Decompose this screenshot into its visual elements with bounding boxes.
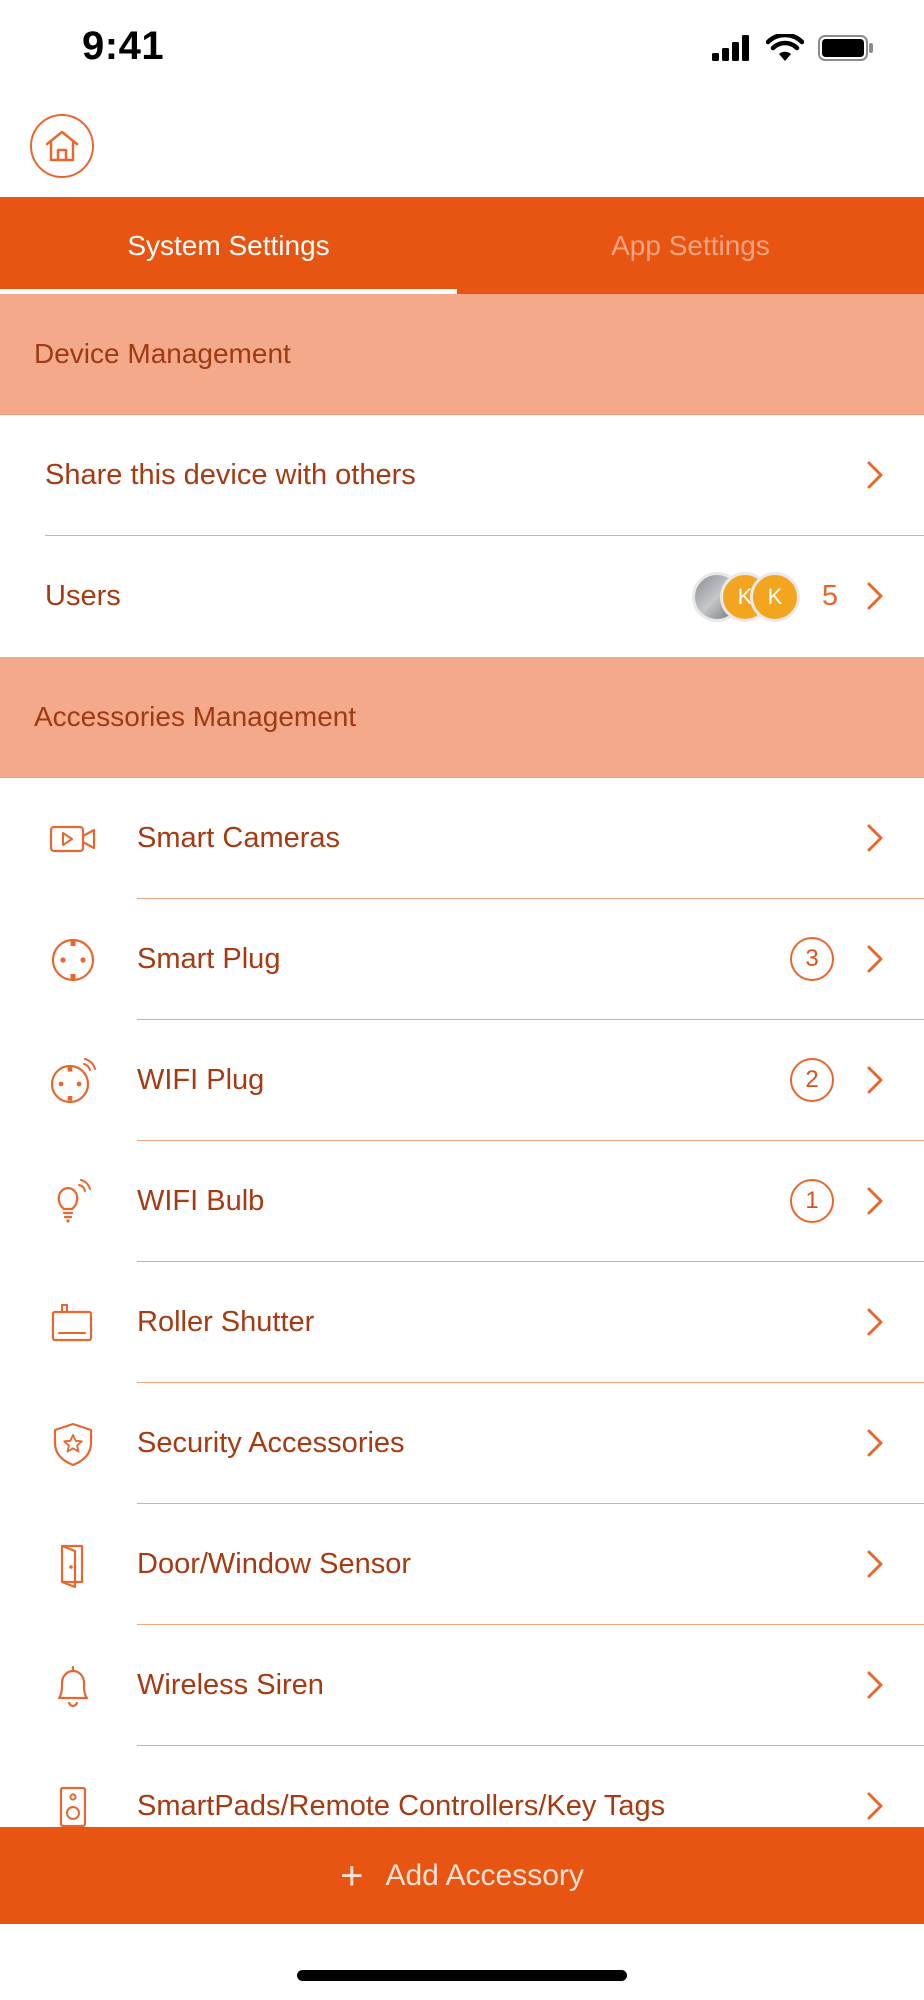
accessory-label: Roller Shutter xyxy=(137,1306,315,1338)
status-icons xyxy=(712,34,874,62)
battery-icon xyxy=(818,35,873,61)
chevron-right-icon xyxy=(867,1550,883,1578)
chevron-right-icon xyxy=(867,461,883,489)
users-label: Users xyxy=(45,580,121,612)
chevron-right-icon xyxy=(867,1792,883,1820)
plus-icon: + xyxy=(340,1853,364,1898)
signal-icon xyxy=(712,35,749,61)
accessory-row-wireless-siren[interactable]: Wireless Siren xyxy=(0,1625,924,1746)
accessory-row-security-accessories[interactable]: Security Accessories xyxy=(0,1383,924,1504)
accessory-row-wifi-bulb[interactable]: WIFI Bulb 1 xyxy=(0,1141,924,1262)
chevron-right-icon xyxy=(867,945,883,973)
bell-icon xyxy=(57,1665,89,1708)
count-badge: 3 xyxy=(790,937,834,981)
user-avatars: K K xyxy=(692,572,802,622)
accessory-row-roller-shutter[interactable]: Roller Shutter xyxy=(0,1262,924,1383)
chevron-right-icon xyxy=(867,582,883,610)
tab-bar: System Settings App Settings xyxy=(0,197,924,294)
share-device-row[interactable]: Share this device with others xyxy=(0,415,924,536)
add-accessory-label: Add Accessory xyxy=(385,1858,584,1892)
avatar: K xyxy=(750,572,800,622)
status-time: 9:41 xyxy=(82,24,165,68)
chevron-right-icon xyxy=(867,1187,883,1215)
accessory-label: Security Accessories xyxy=(137,1427,405,1459)
accessory-row-door-window-sensor[interactable]: Door/Window Sensor xyxy=(0,1504,924,1625)
wifi-bulb-icon xyxy=(57,1179,91,1223)
accessory-row-smart-plug[interactable]: Smart Plug 3 xyxy=(0,899,924,1020)
wifi-icon xyxy=(766,34,804,61)
camera-icon xyxy=(49,825,96,853)
home-button[interactable] xyxy=(30,114,94,178)
accessory-label: Smart Plug xyxy=(137,943,281,975)
roller-shutter-icon xyxy=(51,1304,93,1342)
plug-icon xyxy=(51,938,95,982)
chevron-right-icon xyxy=(867,1308,883,1336)
add-accessory-button[interactable]: + Add Accessory xyxy=(0,1827,924,1924)
accessory-label: Smart Cameras xyxy=(137,822,341,854)
accessory-row-wifi-plug[interactable]: WIFI Plug 2 xyxy=(0,1020,924,1141)
users-row[interactable]: Users K K 5 xyxy=(0,536,924,657)
share-device-label: Share this device with others xyxy=(45,459,416,491)
users-count: 5 xyxy=(821,580,838,612)
chevron-right-icon xyxy=(867,1066,883,1094)
accessory-label: Wireless Siren xyxy=(137,1669,324,1701)
header xyxy=(0,100,924,197)
status-bar: 9:41 xyxy=(0,0,924,100)
page: 9:41 System Settings App Settings Device… xyxy=(0,0,924,2000)
remote-icon xyxy=(59,1786,87,1828)
accessory-label: WIFI Plug xyxy=(137,1064,265,1096)
count-badge: 2 xyxy=(790,1058,834,1102)
chevron-right-icon xyxy=(867,1671,883,1699)
section-device-management: Device Management xyxy=(0,294,924,415)
chevron-right-icon xyxy=(867,1429,883,1457)
wifi-plug-icon xyxy=(50,1058,96,1104)
count-badge: 1 xyxy=(790,1179,834,1223)
door-icon xyxy=(60,1544,84,1588)
tab-system-settings[interactable]: System Settings xyxy=(0,197,457,294)
accessory-label: Door/Window Sensor xyxy=(137,1548,411,1580)
shield-star-icon xyxy=(53,1422,93,1467)
section-accessories-management: Accessories Management xyxy=(0,657,924,778)
accessory-row-smart-cameras[interactable]: Smart Cameras xyxy=(0,778,924,899)
chevron-right-icon xyxy=(867,824,883,852)
tab-app-settings[interactable]: App Settings xyxy=(457,197,924,294)
home-icon xyxy=(45,130,79,162)
home-indicator xyxy=(297,1970,627,1981)
accessory-label: WIFI Bulb xyxy=(137,1185,265,1217)
